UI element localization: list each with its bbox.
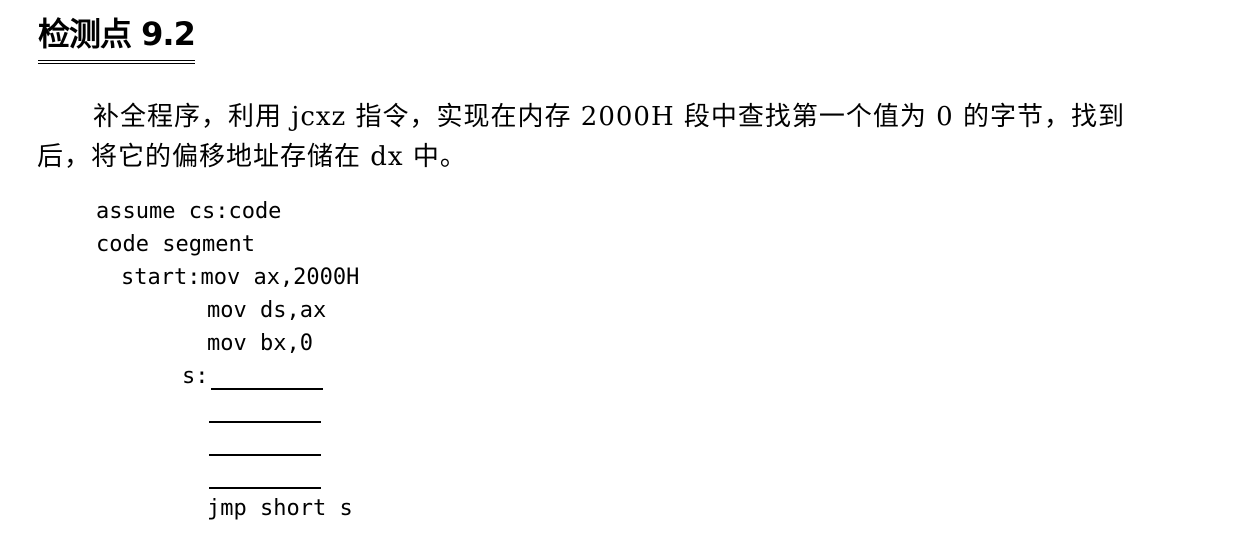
code-line-start: start:mov ax,2000H [121, 265, 360, 290]
problem-statement: 补全程序，利用 jcxz 指令，实现在内存 2000H 段中查找第一个值为 0 … [37, 97, 1167, 177]
fill-in-blank-4[interactable] [209, 487, 321, 489]
problem-text: 补全程序，利用 jcxz 指令，实现在内存 2000H 段中查找第一个值为 0 … [37, 102, 1125, 172]
code-line-mov-ds: mov ds,ax [207, 298, 327, 323]
code-line-assume: assume cs:code [96, 199, 282, 224]
fill-in-blank-3[interactable] [209, 454, 321, 456]
section-title: 检测点 9.2 [38, 14, 196, 64]
code-line-segment: code segment [96, 232, 255, 257]
fill-in-blank-1[interactable] [211, 388, 323, 390]
code-line-jmp: jmp short s [207, 496, 353, 521]
fill-in-blank-2[interactable] [209, 421, 321, 423]
code-label-s: s: [182, 364, 209, 389]
code-line-mov-bx: mov bx,0 [207, 331, 313, 356]
